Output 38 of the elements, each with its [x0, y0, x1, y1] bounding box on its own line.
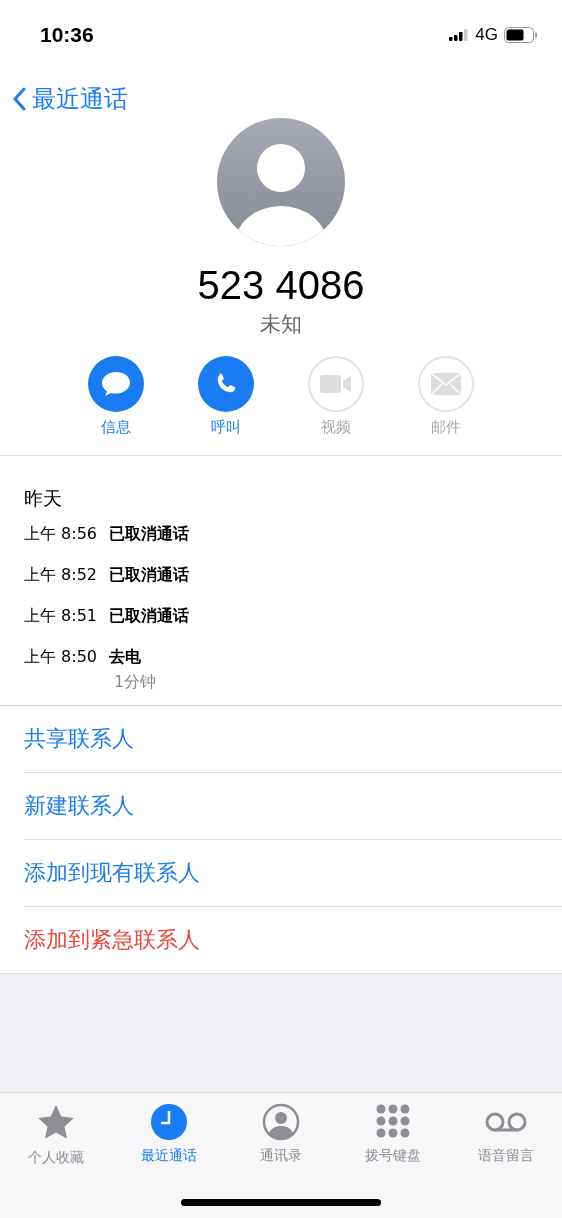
call-button[interactable] [198, 356, 254, 412]
contact-action[interactable]: 添加到现有联系人 [24, 840, 562, 907]
back-chevron-icon [12, 87, 26, 111]
call-status: 已取消通话 [109, 524, 189, 545]
call-status: 已取消通话 [109, 606, 189, 627]
clock-icon [149, 1103, 188, 1141]
battery-icon [504, 27, 538, 43]
video-label: 视频 [321, 418, 351, 437]
call-label: 呼叫 [211, 418, 241, 437]
tab-item[interactable]: 通讯录 [230, 1103, 331, 1165]
mail-label: 邮件 [431, 418, 461, 437]
call-time: 上午 8:51 [24, 606, 97, 627]
tab-item[interactable]: 拨号键盘 [343, 1103, 444, 1165]
date-heading: 昨天 [24, 486, 63, 511]
call-status: 去电 [109, 647, 141, 668]
contact-action[interactable]: 添加到紧急联系人 [24, 907, 562, 973]
tab-item[interactable]: 语音留言 [455, 1103, 556, 1165]
back-button[interactable]: 最近通话 [12, 83, 128, 115]
contact-action[interactable]: 新建联系人 [24, 773, 562, 840]
contact-action[interactable]: 共享联系人 [24, 706, 562, 773]
call-duration: 1分钟 [114, 672, 158, 693]
call-status: 已取消通话 [109, 565, 189, 586]
status-time: 10:36 [40, 23, 94, 47]
message-label: 信息 [101, 418, 131, 437]
number-label: 未知 [260, 311, 302, 338]
tab-item[interactable]: 最近通话 [118, 1103, 219, 1165]
message-button[interactable] [88, 356, 144, 412]
call-time: 上午 8:50 [24, 647, 97, 668]
tab-item[interactable]: 个人收藏 [6, 1103, 107, 1167]
call-time: 上午 8:52 [24, 565, 97, 586]
envelope-icon [431, 373, 461, 395]
phone-number: 523 4086 [197, 262, 365, 309]
signal-icon [449, 29, 470, 41]
speech-bubble-icon [101, 371, 131, 397]
video-camera-icon [320, 374, 352, 394]
call-time: 上午 8:56 [24, 524, 97, 545]
person-icon [261, 1103, 300, 1141]
network-label: 4G [475, 25, 498, 45]
